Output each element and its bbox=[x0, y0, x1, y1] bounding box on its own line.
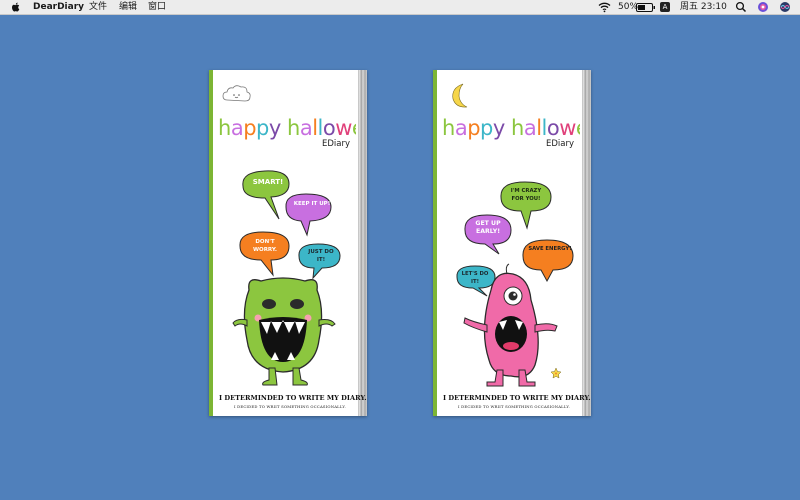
cover-title-letter: p bbox=[467, 116, 480, 140]
search-icon[interactable] bbox=[735, 1, 747, 13]
bubble-text-keep-it-up: KEEP IT UP! bbox=[293, 201, 331, 207]
cover-title-letter: y bbox=[269, 116, 281, 140]
footer-line-2: I DECIDED TO WRIIT SOMETHING OCCASIONALL… bbox=[234, 404, 346, 409]
cover-title-letter: e bbox=[352, 116, 356, 140]
battery-percent: 50% bbox=[618, 2, 639, 12]
app-menu-deardiary[interactable]: DearDiary bbox=[33, 1, 84, 13]
cover-title-letter: y bbox=[493, 116, 505, 140]
cover-brand: EDiary bbox=[321, 139, 350, 149]
cover-title: happy halloween bbox=[218, 116, 356, 140]
notification-center-icon[interactable] bbox=[757, 1, 769, 13]
cover-title-letter: h bbox=[218, 116, 231, 140]
cloud-icon bbox=[222, 85, 251, 102]
bubble-text-dont-worry: DON'T WORRY. bbox=[252, 239, 278, 253]
cover-title-art: happy halloween bbox=[218, 116, 356, 140]
diary-cover-2[interactable]: happy halloween EDiary I'M CRAZY FOR YOU… bbox=[433, 70, 591, 416]
cover-title-letter: w bbox=[335, 116, 352, 140]
cover-title-letter: a bbox=[524, 116, 536, 140]
cover-title-letter: a bbox=[231, 116, 243, 140]
footer-line-1: I DETERMINDED TO WRITE MY DIARY. bbox=[443, 394, 591, 402]
cover-title-art: happy halloween bbox=[442, 116, 580, 140]
menubar-clock[interactable]: 周五 23:10 bbox=[680, 1, 727, 13]
cover-title-letter: p bbox=[243, 116, 256, 140]
diary-cover-1[interactable]: happy halloween EDiary SMART! KEEP IT UP… bbox=[209, 70, 367, 416]
bubble-text-just-do-it: JUST DO IT! bbox=[308, 249, 334, 263]
cover-title-letter: h bbox=[287, 116, 300, 140]
siri-icon[interactable] bbox=[779, 1, 791, 13]
menu-bar: DearDiary 文件 编辑 窗口 50% A 周五 23:10 bbox=[0, 0, 800, 15]
cover-title-letter: o bbox=[547, 116, 559, 140]
cover-title-letter: w bbox=[559, 116, 576, 140]
battery-icon[interactable] bbox=[636, 1, 656, 13]
cover-title-letter: h bbox=[511, 116, 524, 140]
cover-title-letter: o bbox=[323, 116, 335, 140]
wifi-icon[interactable] bbox=[598, 1, 611, 13]
flower-decoration bbox=[550, 367, 562, 379]
input-source-icon[interactable]: A bbox=[660, 2, 670, 12]
bubble-text-smart: SMART! bbox=[252, 178, 284, 186]
bubble-text-save-energy: SAVE ENERGY! bbox=[528, 246, 572, 252]
cover-title-letter: p bbox=[480, 116, 493, 140]
cover-page-edges bbox=[582, 70, 591, 416]
cover-brand: EDiary bbox=[545, 139, 574, 149]
cover-page-edges bbox=[358, 70, 367, 416]
cover-title-letter: p bbox=[256, 116, 269, 140]
green-monster bbox=[232, 277, 336, 386]
cover-title: happy halloween bbox=[442, 116, 580, 140]
apple-icon[interactable] bbox=[11, 1, 21, 13]
menu-edit[interactable]: 编辑 bbox=[119, 1, 137, 13]
cover-title-letter: a bbox=[300, 116, 312, 140]
bubble-text-lets-do-it: LET'S DO IT! bbox=[461, 271, 489, 285]
footer-line-1: I DETERMINDED TO WRITE MY DIARY. bbox=[219, 394, 367, 402]
bubble-text-im-crazy: I'M CRAZY FOR YOU! bbox=[510, 188, 542, 202]
cover-title-letter: a bbox=[455, 116, 467, 140]
menu-window[interactable]: 窗口 bbox=[148, 1, 166, 13]
cover-title-letter: e bbox=[576, 116, 580, 140]
bubble-text-get-up-early: GET UP EARLY! bbox=[475, 220, 501, 235]
footer-line-2: I DECIDED TO WRIIT SOMETHING OCCASIONALL… bbox=[458, 404, 570, 409]
cover-title-letter: h bbox=[442, 116, 455, 140]
moon-icon bbox=[452, 83, 468, 108]
menu-file[interactable]: 文件 bbox=[89, 1, 107, 13]
